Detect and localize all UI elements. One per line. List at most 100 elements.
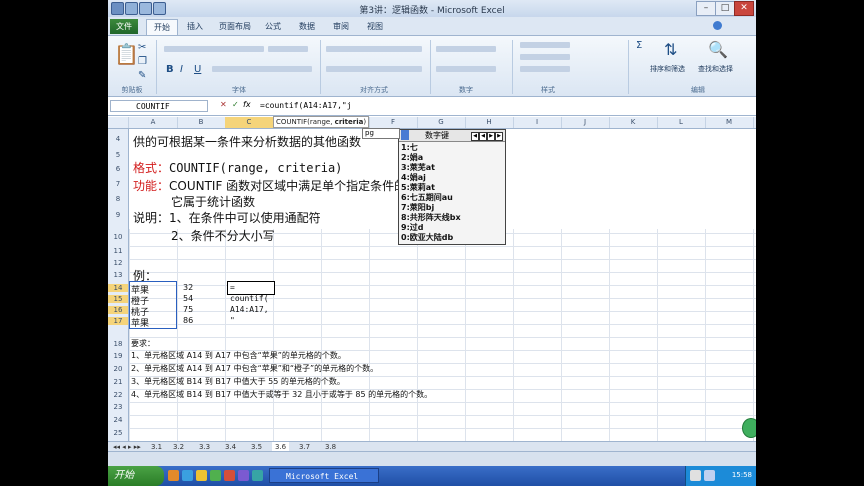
tab-page-layout[interactable]: 页面布局 [212, 19, 258, 34]
underline-button[interactable]: U [194, 64, 201, 75]
tab-formulas[interactable]: 公式 [258, 19, 288, 34]
cancel-icon[interactable]: ✕ [220, 100, 227, 109]
quicklaunch-icon[interactable] [210, 470, 221, 481]
tray-icon[interactable] [704, 470, 715, 481]
copy-icon[interactable]: ❐ [138, 56, 147, 67]
column-header[interactable]: C [225, 117, 274, 128]
ime-candidate[interactable]: 1:七 [399, 143, 461, 153]
bold-button[interactable]: B [166, 64, 174, 75]
tray-icon[interactable] [690, 470, 701, 481]
name-box[interactable]: COUNTIF [110, 100, 208, 112]
find-select-icon[interactable]: 🔍 [708, 40, 728, 59]
column-header[interactable]: I [513, 117, 562, 128]
ime-composition-input[interactable]: pg [362, 128, 400, 139]
row-header[interactable]: 13 [108, 271, 128, 279]
row-header[interactable]: 8 [108, 195, 128, 203]
quicklaunch-icon[interactable] [196, 470, 207, 481]
floating-assistant-icon[interactable] [742, 418, 756, 438]
start-button[interactable]: 开始 [108, 466, 164, 486]
ime-first-page-icon[interactable]: ◀ [471, 132, 479, 141]
quicklaunch-icon[interactable] [238, 470, 249, 481]
row-header[interactable]: 25 [108, 429, 128, 437]
row-header[interactable]: 10 [108, 233, 128, 241]
enter-icon[interactable]: ✓ [232, 100, 239, 109]
row-header[interactable]: 12 [108, 259, 128, 267]
autosum-icon[interactable]: Σ [636, 40, 642, 51]
tab-file[interactable]: 文件 [110, 19, 138, 34]
row-header[interactable]: 6 [108, 165, 128, 173]
minimize-button[interactable]: – [696, 1, 716, 16]
number-format-buttons[interactable] [436, 66, 496, 72]
row-header[interactable]: 24 [108, 416, 128, 424]
maximize-button[interactable]: □ [715, 1, 735, 16]
format-painter-icon[interactable]: ✎ [138, 70, 146, 81]
row-header[interactable]: 20 [108, 365, 128, 373]
ime-next-page-icon[interactable]: ▶ [487, 132, 495, 141]
ime-candidate[interactable]: 8:共形阵天线bx [399, 213, 461, 223]
column-header[interactable]: G [417, 117, 466, 128]
ime-candidate[interactable]: 0:欧亚大陆db [399, 233, 461, 243]
row-header[interactable]: 5 [108, 151, 128, 159]
ime-candidate[interactable]: 6:七五期间au [399, 193, 461, 203]
row-header[interactable]: 16 [108, 306, 128, 314]
row-header[interactable]: 11 [108, 247, 128, 255]
quicklaunch-icon[interactable] [224, 470, 235, 481]
ime-candidate[interactable]: 9:过d [399, 223, 461, 233]
column-header[interactable]: M [705, 117, 754, 128]
column-header[interactable]: K [609, 117, 658, 128]
row-header[interactable]: 19 [108, 352, 128, 360]
row-header[interactable]: 7 [108, 180, 128, 188]
column-header[interactable]: A [129, 117, 178, 128]
italic-button[interactable]: I [180, 64, 183, 75]
help-icon[interactable] [713, 21, 722, 30]
tab-view[interactable]: 视图 [360, 19, 390, 34]
row-header[interactable]: 22 [108, 391, 128, 399]
column-header[interactable]: B [177, 117, 226, 128]
taskbar-excel-button[interactable]: Microsoft Excel [269, 468, 379, 483]
column-header[interactable]: H [465, 117, 514, 128]
quicklaunch-icon[interactable] [182, 470, 193, 481]
tab-data[interactable]: 数据 [292, 19, 322, 34]
paste-icon[interactable]: 📋 [114, 42, 139, 66]
alignment-top-row[interactable] [326, 46, 422, 52]
cut-icon[interactable]: ✂ [138, 42, 146, 53]
sort-filter-icon[interactable]: ⇅ [664, 40, 677, 59]
item-value[interactable]: 86 [183, 316, 193, 325]
close-button[interactable]: ✕ [734, 1, 754, 16]
row-header[interactable]: 9 [108, 211, 128, 219]
insert-function-icon[interactable]: fx [243, 100, 251, 109]
border-fill-controls[interactable] [212, 66, 312, 72]
row-header[interactable]: 15 [108, 295, 128, 303]
item-value[interactable]: 32 [183, 283, 193, 292]
quicklaunch-icon[interactable] [168, 470, 179, 481]
ime-candidate[interactable]: 5:萊莉at [399, 183, 461, 193]
item-value[interactable]: 75 [183, 305, 193, 314]
tab-insert[interactable]: 插入 [180, 19, 210, 34]
column-header[interactable]: J [561, 117, 610, 128]
column-header[interactable]: F [369, 117, 418, 128]
row-header[interactable]: 21 [108, 378, 128, 386]
cell-styles-button[interactable] [520, 66, 570, 72]
alignment-bottom-row[interactable] [326, 66, 422, 72]
font-size-dropdown[interactable] [268, 46, 308, 52]
conditional-formatting-button[interactable] [520, 42, 570, 48]
find-select-label[interactable]: 查找和选择 [698, 64, 733, 74]
number-format-dropdown[interactable] [436, 46, 496, 52]
quicklaunch-icon[interactable] [252, 470, 263, 481]
format-as-table-button[interactable] [520, 54, 570, 60]
row-header[interactable]: 4 [108, 135, 128, 143]
ime-candidate[interactable]: 2:娟a [399, 153, 461, 163]
row-header[interactable]: 23 [108, 403, 128, 411]
ime-prev-page-icon[interactable]: ◀ [479, 132, 487, 141]
formula-input[interactable]: =countif(A14:A17,"j [260, 100, 352, 112]
row-header[interactable]: 17 [108, 317, 128, 325]
font-name-dropdown[interactable] [164, 46, 264, 52]
ime-last-page-icon[interactable]: ▶ [495, 132, 503, 141]
ime-candidate[interactable]: 7:萊阳bj [399, 203, 461, 213]
row-header[interactable]: 14 [108, 284, 128, 292]
tab-home[interactable]: 开始 [146, 19, 178, 35]
tab-review[interactable]: 审阅 [326, 19, 356, 34]
item-value[interactable]: 54 [183, 294, 193, 303]
item-name[interactable]: 苹果 [131, 316, 149, 329]
column-header[interactable]: L [657, 117, 706, 128]
